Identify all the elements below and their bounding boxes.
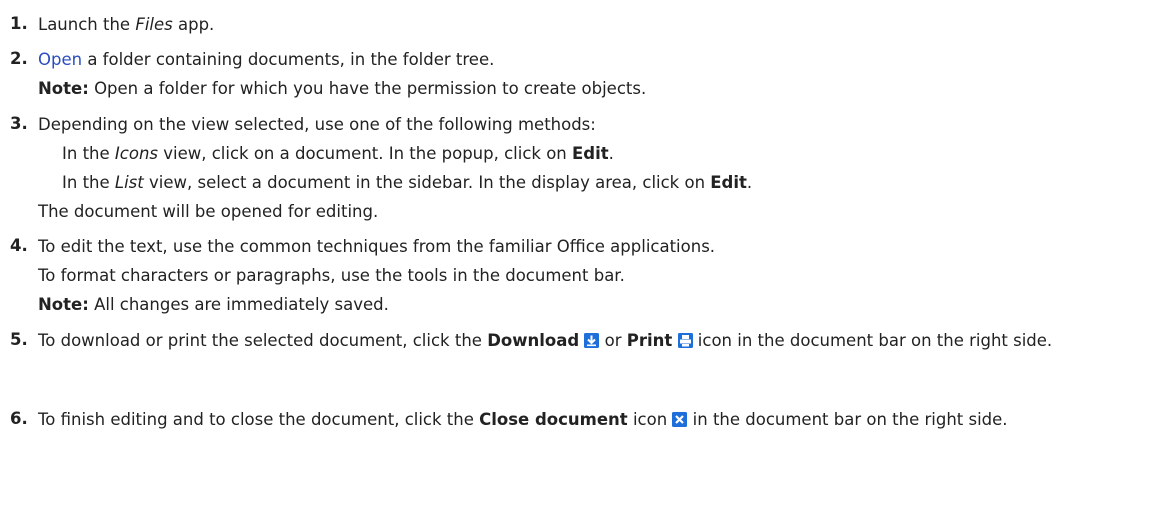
- procedure-document: 1. Launch the Files app. 2. Open a folde…: [0, 0, 1159, 508]
- print-label: Print: [626, 331, 673, 350]
- method-list-view: In the List view, select a document in t…: [62, 173, 753, 192]
- step-number: 4.: [10, 236, 28, 255]
- note: Note: Open a folder for which you have t…: [38, 79, 647, 98]
- step-text: To format characters or paragraphs, use …: [38, 266, 625, 285]
- step-text: To download or print the selected docume…: [38, 331, 1053, 350]
- app-name: Files: [135, 15, 173, 34]
- step-text: Launch the Files app.: [38, 15, 215, 34]
- method-icons-view: In the Icons view, click on a document. …: [62, 144, 614, 163]
- view-name: Icons: [114, 144, 158, 163]
- download-label: Download: [487, 331, 580, 350]
- step-number: 3.: [10, 114, 28, 133]
- note-label: Note:: [38, 79, 89, 98]
- step-result: The document will be opened for editing.: [38, 202, 379, 221]
- edit-label: Edit: [572, 144, 609, 163]
- step-text: To edit the text, use the common techniq…: [38, 237, 716, 256]
- step-number: 1.: [10, 14, 28, 33]
- step-number: 6.: [10, 409, 28, 428]
- step-number: 5.: [10, 330, 28, 349]
- step-text: To finish editing and to close the docum…: [38, 410, 1008, 429]
- note-label: Note:: [38, 295, 89, 314]
- download-icon: [584, 332, 600, 348]
- view-name: List: [114, 173, 144, 192]
- edit-label: Edit: [710, 173, 747, 192]
- step-text: Depending on the view selected, use one …: [38, 115, 596, 134]
- close-icon: [672, 411, 688, 427]
- step-text: Open a folder containing documents, in t…: [38, 50, 495, 69]
- open-link[interactable]: Open: [38, 50, 82, 69]
- step-number: 2.: [10, 49, 28, 68]
- close-document-label: Close document: [479, 410, 628, 429]
- print-icon: [677, 332, 693, 348]
- note: Note: All changes are immediately saved.: [38, 295, 389, 314]
